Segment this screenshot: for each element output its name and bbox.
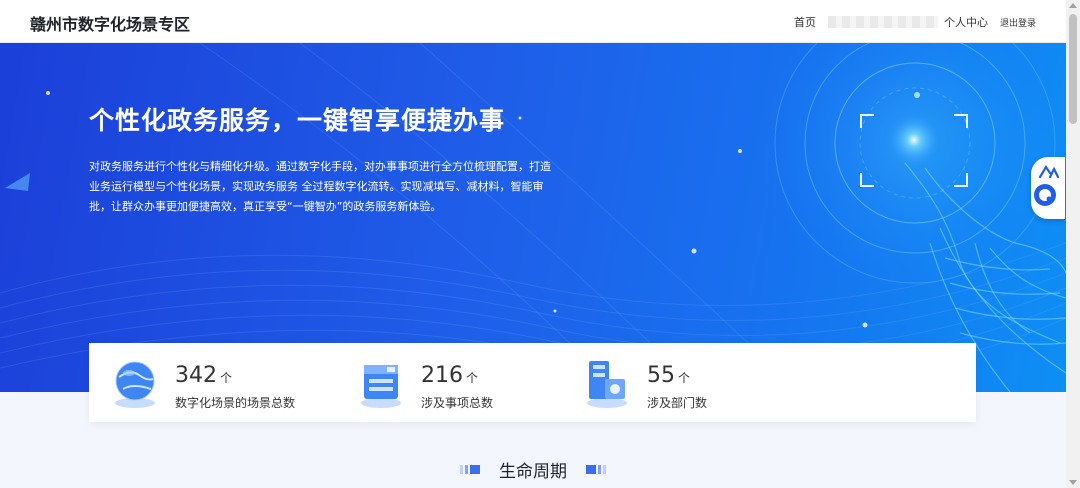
scrollbar-thumb[interactable] <box>1069 14 1077 124</box>
hero-banner: 个性化政务服务，一键智享便捷办事 对政务服务进行个性化与精细化升级。通过数字化手… <box>0 43 1066 392</box>
scroll-up-arrow-icon[interactable] <box>1069 3 1077 8</box>
building-icon <box>587 361 627 408</box>
page-scrollbar[interactable] <box>1066 0 1080 488</box>
stat-items-label: 涉及事项总数 <box>421 396 494 410</box>
nav-home-link[interactable]: 首页 <box>794 14 816 30</box>
hero-title: 个性化政务服务，一键智享便捷办事 <box>89 106 506 135</box>
stat-departments-label: 涉及部门数 <box>647 396 708 410</box>
section-title-text: 生命周期 <box>499 462 567 482</box>
stat-departments-value: 55 个 <box>647 363 691 388</box>
top-nav: 首页 个人中心 退出登录 <box>794 14 1036 30</box>
decor-bar-right <box>586 465 607 474</box>
stat-items-value: 216 个 <box>421 363 479 388</box>
scroll-down-arrow-icon[interactable] <box>1069 480 1077 485</box>
logout-link[interactable]: 退出登录 <box>1000 16 1036 29</box>
stats-panel: 342 个 数字化场景的场景总数 216 个 涉及事项总数 55 个 涉及部门数 <box>89 343 976 422</box>
server-icon <box>361 365 401 408</box>
hero-background-graphic <box>0 43 1066 392</box>
stat-scenes-value: 342 个 <box>175 363 233 388</box>
stat-scenes-label: 数字化场景的场景总数 <box>175 396 296 410</box>
assistant-icon <box>1034 164 1060 206</box>
globe-icon <box>115 361 155 408</box>
section-heading: 生命周期 <box>0 457 1066 482</box>
decor-bar-left <box>459 465 480 474</box>
floating-assistant-button[interactable] <box>1031 157 1065 219</box>
hero-description: 对政务服务进行个性化与精细化升级。通过数字化手段，对办事事项进行全方位梳理配置，… <box>89 160 551 213</box>
top-header: 赣州市数字化场景专区 首页 个人中心 退出登录 <box>0 0 1066 43</box>
site-title[interactable]: 赣州市数字化场景专区 <box>30 11 190 35</box>
nav-user-center-link[interactable]: 个人中心 <box>944 14 988 30</box>
username-redacted <box>827 16 938 28</box>
